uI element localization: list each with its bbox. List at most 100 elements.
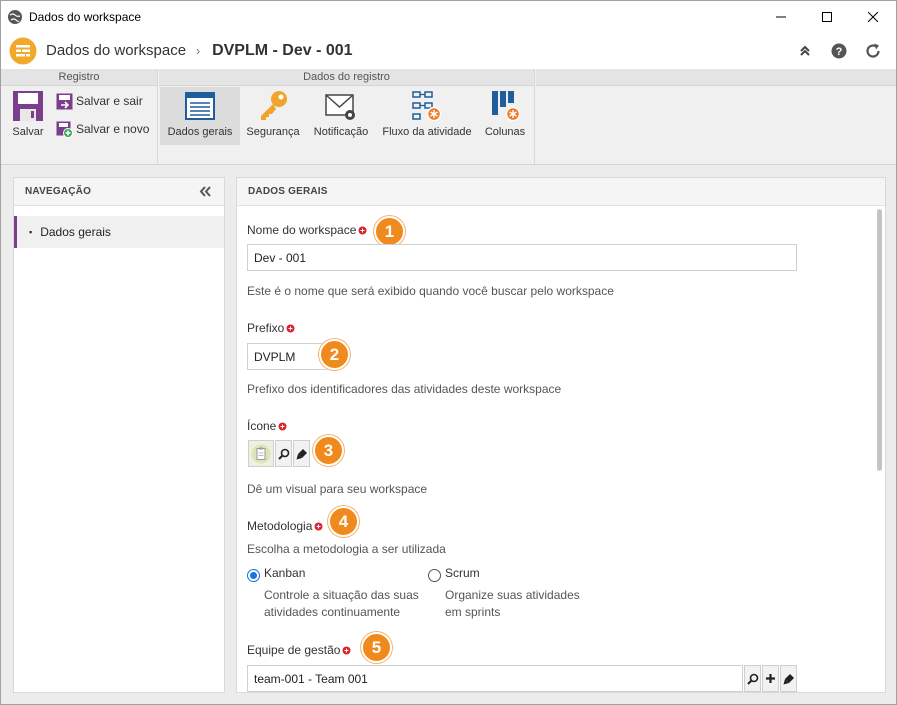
save-label: Salvar bbox=[12, 126, 44, 138]
save-exit-icon bbox=[55, 92, 73, 110]
breadcrumb-root[interactable]: Dados do workspace bbox=[46, 42, 186, 59]
section-title: DADOS GERAIS bbox=[237, 178, 885, 206]
plus-icon bbox=[766, 674, 775, 683]
eraser-icon bbox=[783, 673, 794, 684]
kanban-radio[interactable] bbox=[247, 569, 260, 582]
prefix-label-text: Prefixo bbox=[247, 321, 285, 335]
icon-hint: Dê um visual para seu workspace bbox=[247, 482, 428, 496]
tab-notificacao-label: Notificação bbox=[313, 126, 369, 138]
help-icon: ? bbox=[831, 43, 847, 58]
tab-fluxo-atividade[interactable]: Fluxo da atividade bbox=[381, 89, 473, 143]
scrum-description-line-2: em sprints bbox=[445, 605, 501, 619]
navigation-title: NAVEGAÇÃO bbox=[14, 178, 224, 206]
workspace-name-label-text: Nome do workspace bbox=[247, 223, 357, 237]
collapse-panel-icon[interactable] bbox=[199, 185, 212, 201]
save-button[interactable]: Salvar bbox=[9, 89, 47, 143]
kanban-label[interactable]: Kanban bbox=[264, 566, 305, 580]
ribbon-group-title-empty bbox=[536, 69, 896, 86]
kanban-description-line-2: atividades continuamente bbox=[264, 605, 401, 619]
save-and-new-button[interactable]: Salvar e novo bbox=[55, 119, 149, 139]
ribbon-group-registro: Registro Salvar Salvar e sair Salvar e n… bbox=[1, 69, 158, 164]
management-team-label: Equipe de gestão bbox=[247, 643, 351, 657]
tab-dados-gerais[interactable]: Dados gerais bbox=[160, 87, 240, 145]
ribbon-group-title: Dados do registro bbox=[159, 69, 534, 86]
methodology-label-text: Metodologia bbox=[247, 519, 313, 533]
methodology-hint: Escolha a metodologia a ser utilizada bbox=[247, 542, 446, 556]
save-and-exit-label: Salvar e sair bbox=[76, 94, 143, 108]
team-clear-button[interactable] bbox=[780, 665, 797, 692]
search-icon bbox=[277, 448, 289, 460]
tab-seguranca[interactable]: Segurança bbox=[245, 89, 301, 143]
window-title: Dados do workspace bbox=[29, 9, 142, 24]
ribbon-group-title: Registro bbox=[1, 69, 157, 86]
close-button[interactable] bbox=[850, 1, 896, 32]
scrum-radio[interactable] bbox=[428, 569, 441, 582]
required-icon bbox=[358, 226, 367, 234]
double-chevron-up-icon bbox=[800, 45, 810, 56]
refresh-button[interactable] bbox=[856, 36, 890, 66]
vertical-scrollbar[interactable] bbox=[877, 209, 882, 471]
title-bar: Dados do workspace bbox=[1, 1, 896, 32]
methodology-label: Metodologia bbox=[247, 519, 323, 533]
form-window-icon bbox=[185, 89, 215, 123]
breadcrumb-separator: › bbox=[196, 43, 201, 58]
clipboard-icon bbox=[251, 444, 271, 463]
callout-badge-2: 2 bbox=[319, 339, 350, 370]
ribbon-group-empty bbox=[536, 69, 896, 164]
ribbon-group-dados-registro: Dados do registro Dados gerais Segurança… bbox=[159, 69, 535, 164]
workspace-name-input[interactable] bbox=[247, 244, 797, 271]
callout-badge-1: 1 bbox=[374, 216, 405, 247]
eraser-icon bbox=[296, 448, 307, 459]
team-search-button[interactable] bbox=[744, 665, 761, 692]
nav-bullet: ▪ bbox=[29, 227, 33, 237]
icon-search-button[interactable] bbox=[275, 440, 292, 467]
workflow-icon bbox=[410, 89, 444, 123]
page-header: Dados do workspace › DVPLM - Dev - 001 ? bbox=[1, 32, 896, 69]
save-and-new-label: Salvar e novo bbox=[76, 122, 150, 136]
application-window: Dados do workspace Dados do workspace › bbox=[0, 0, 897, 705]
collapse-header-button[interactable] bbox=[788, 36, 822, 66]
ribbon-toolbar: Registro Salvar Salvar e sair Salvar e n… bbox=[1, 69, 896, 165]
callout-badge-4: 4 bbox=[328, 506, 359, 537]
columns-icon bbox=[488, 89, 522, 123]
icon-clear-button[interactable] bbox=[293, 440, 310, 467]
required-icon bbox=[286, 324, 295, 332]
help-button[interactable]: ? bbox=[822, 36, 856, 66]
required-icon bbox=[314, 522, 323, 530]
workspace-icon-preview bbox=[248, 440, 274, 467]
icon-label: Ícone bbox=[247, 419, 287, 433]
page-title: DVPLM - Dev - 001 bbox=[212, 41, 353, 59]
scrum-label[interactable]: Scrum bbox=[445, 566, 480, 580]
key-icon bbox=[256, 89, 290, 123]
prefix-input[interactable] bbox=[247, 343, 327, 370]
svg-text:?: ? bbox=[836, 46, 843, 58]
refresh-icon bbox=[866, 43, 880, 58]
maximize-button[interactable] bbox=[804, 1, 850, 32]
prefix-label: Prefixo bbox=[247, 321, 295, 335]
nav-item-label: Dados gerais bbox=[40, 225, 111, 239]
tab-notificacao[interactable]: Notificação bbox=[311, 89, 371, 143]
workspace-logo-icon bbox=[9, 37, 37, 65]
envelope-gear-icon bbox=[324, 89, 358, 123]
tab-fluxo-atividade-label: Fluxo da atividade bbox=[382, 126, 472, 138]
workspace-name-label: Nome do workspace bbox=[247, 223, 367, 237]
globe-icon bbox=[7, 9, 23, 25]
team-add-button[interactable] bbox=[762, 665, 779, 692]
search-icon bbox=[746, 673, 758, 685]
minimize-icon bbox=[776, 16, 786, 17]
minimize-button[interactable] bbox=[758, 1, 804, 32]
maximize-icon bbox=[822, 11, 832, 22]
save-and-exit-button[interactable]: Salvar e sair bbox=[55, 91, 143, 111]
workspace-name-hint: Este é o nome que será exibido quando vo… bbox=[247, 284, 614, 298]
callout-badge-5: 5 bbox=[361, 632, 392, 663]
nav-item-dados-gerais[interactable]: ▪ Dados gerais bbox=[14, 216, 224, 248]
management-team-label-text: Equipe de gestão bbox=[247, 643, 341, 657]
tab-colunas-label: Colunas bbox=[484, 126, 526, 138]
icon-label-text: Ícone bbox=[247, 419, 277, 433]
scrum-description-line-1: Organize suas atividades bbox=[445, 588, 580, 602]
management-team-input[interactable] bbox=[247, 665, 743, 692]
required-icon bbox=[342, 646, 351, 654]
tab-colunas[interactable]: Colunas bbox=[481, 89, 529, 143]
tab-seguranca-label: Segurança bbox=[246, 126, 300, 138]
callout-badge-3: 3 bbox=[313, 435, 344, 466]
